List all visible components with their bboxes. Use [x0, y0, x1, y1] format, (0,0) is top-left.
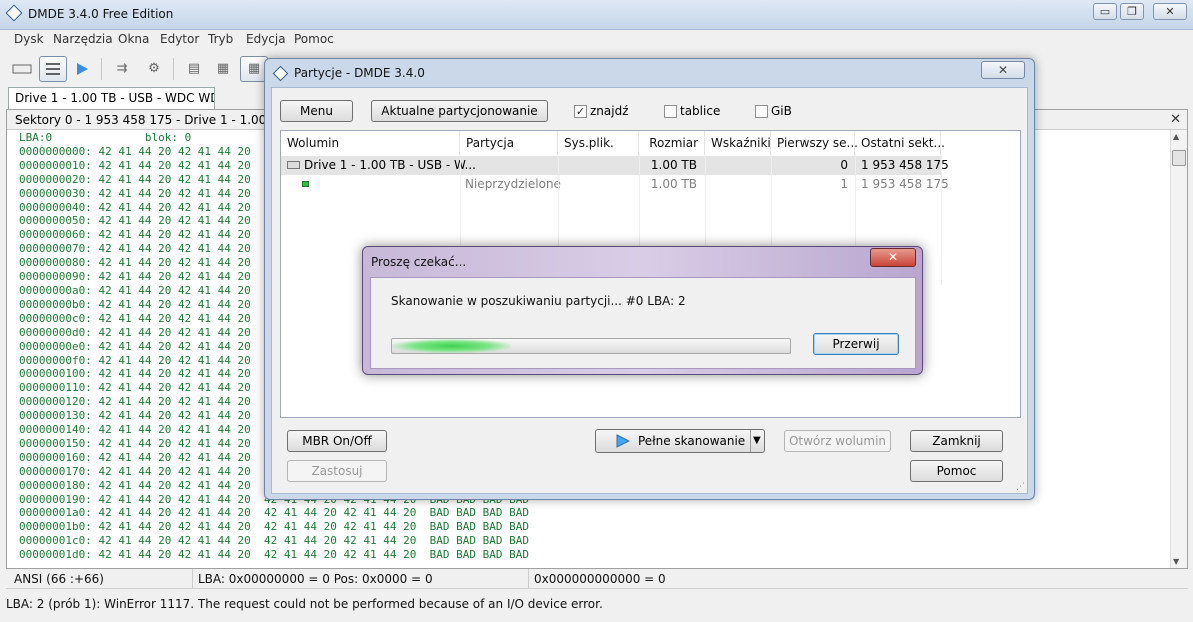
drive-icon: [287, 161, 300, 169]
partition-row[interactable]: Nieprzydzielone 1.00 TB 1 1 953 458 175: [281, 175, 949, 194]
drive-icon[interactable]: [8, 56, 36, 82]
status-message: LBA: 2 (prób 1): WinError 1117. The requ…: [6, 597, 603, 611]
status-separator: [192, 569, 193, 589]
column-divider: [941, 155, 942, 285]
scroll-thumb[interactable]: [1172, 150, 1186, 166]
title-bar: DMDE 3.4.0 Free Edition ▭ ❐ ✕: [0, 0, 1193, 30]
settings-icon[interactable]: ⚙: [140, 56, 168, 82]
gib-checkbox[interactable]: [755, 105, 768, 118]
column-header-size[interactable]: Rozmiar: [639, 131, 705, 155]
row-last-sector: 1 953 458 175: [861, 177, 949, 191]
app-icon: [5, 4, 23, 22]
status-separator: [528, 569, 529, 589]
lba-status: LBA: 0x00000000 = 0 Pos: 0x0000 = 0: [198, 572, 433, 586]
progress-dialog: Proszę czekać... ✕ Skanowanie w poszukiw…: [362, 246, 923, 375]
column-header-volume[interactable]: Wolumin: [281, 131, 460, 155]
progress-bar: [391, 338, 791, 354]
cancel-button[interactable]: Przerwij: [813, 333, 899, 355]
full-scan-label: Pełne skanowanie: [638, 434, 746, 448]
toolbar-separator: [101, 58, 102, 80]
row-volume: Drive 1 - 1.00 TB - USB - W...: [304, 158, 476, 172]
open-volume-button: Otwórz wolumin: [784, 430, 891, 452]
step-icon[interactable]: ⇉: [108, 56, 136, 82]
apply-button: Zastosuj: [287, 460, 387, 482]
play-icon: [616, 434, 630, 448]
row-size: 1.00 TB: [650, 177, 697, 191]
play-icon[interactable]: [68, 56, 96, 82]
menu-edytor[interactable]: Edytor: [160, 32, 199, 46]
menu-pomoc[interactable]: Pomoc: [294, 32, 334, 46]
row-partition: Nieprzydzielone: [465, 177, 561, 191]
close-icon[interactable]: ✕: [1170, 112, 1181, 127]
value-status: 0x000000000000 = 0: [534, 572, 666, 586]
scroll-up-icon[interactable]: ▲: [1173, 132, 1179, 141]
row-first-sector: 0: [840, 158, 848, 172]
progress-dialog-body: Skanowanie w poszukiwaniu partycji... #0…: [370, 277, 916, 369]
current-partitioning-button[interactable]: Aktualne partycjonowanie: [371, 100, 548, 122]
menu-bar: Dysk Narzędzia Okna Edytor Tryb Edycja P…: [0, 30, 1193, 50]
help-button[interactable]: Pomoc: [910, 460, 1003, 482]
app-icon: [272, 65, 289, 82]
unallocated-icon: [302, 181, 309, 187]
progress-dialog-title: Proszę czekać...: [371, 255, 467, 269]
progress-close-button[interactable]: ✕: [870, 248, 916, 267]
close-button[interactable]: ✕: [1153, 3, 1187, 20]
dialog-close-button[interactable]: ✕: [981, 61, 1025, 79]
resize-grip-icon[interactable]: ⋰: [1016, 482, 1025, 492]
menu-narzedzia[interactable]: Narzędzia: [53, 32, 113, 46]
split-divider: [750, 430, 751, 452]
scan-status-message: Skanowanie w poszukiwaniu partycji... #0…: [391, 294, 686, 308]
find-checkbox[interactable]: ✓: [574, 105, 587, 118]
progress-bar-fill: [392, 339, 512, 353]
close-dialog-button[interactable]: Zamknij: [910, 430, 1003, 452]
menu-button[interactable]: Menu: [280, 100, 353, 122]
find-checkbox-label: znajdź: [590, 104, 629, 118]
hex-line: 00000001a0: 42 41 44 20 42 41 44 20 42 4…: [19, 506, 529, 520]
hex-line: 00000001d0: 42 41 44 20 42 41 44 20 42 4…: [19, 548, 529, 562]
toolbar-separator: [173, 58, 174, 80]
hex-line: 00000001c0: 42 41 44 20 42 41 44 20 42 4…: [19, 534, 529, 548]
partition-row[interactable]: Drive 1 - 1.00 TB - USB - W... 1.00 TB 0…: [281, 156, 949, 175]
minimize-button[interactable]: ▭: [1093, 3, 1117, 20]
maximize-button[interactable]: ❐: [1120, 3, 1144, 20]
column-header-last-sector[interactable]: Ostatni sekt...: [855, 131, 945, 155]
partitions-dialog-title: Partycje - DMDE 3.4.0: [271, 65, 425, 82]
column-header-first-sector[interactable]: Pierwszy se...: [771, 131, 858, 155]
menu-edycja[interactable]: Edycja: [246, 32, 286, 46]
drive-tab[interactable]: Drive 1 - 1.00 TB - USB - WDC WD1...: [8, 87, 215, 109]
vertical-scrollbar[interactable]: ▲ ▼: [1170, 130, 1187, 568]
grid-icon[interactable]: ▦: [209, 56, 237, 82]
gib-checkbox-label: GiB: [771, 104, 792, 118]
menu-tryb[interactable]: Tryb: [208, 32, 233, 46]
scroll-down-icon[interactable]: ▼: [1173, 557, 1179, 566]
status-row: ANSI (66 :+66) LBA: 0x00000000 = 0 Pos: …: [6, 569, 1188, 589]
row-size: 1.00 TB: [650, 158, 697, 172]
mbr-toggle-button[interactable]: MBR On/Off: [287, 430, 387, 452]
window-title: DMDE 3.4.0 Free Edition: [28, 7, 174, 21]
menu-dysk[interactable]: Dysk: [14, 32, 44, 46]
column-header-filesystem[interactable]: Sys.plik.: [558, 131, 639, 155]
column-header-flags[interactable]: Wskaźniki: [705, 131, 771, 155]
dropdown-arrow-icon[interactable]: ▼: [753, 431, 761, 451]
row-last-sector: 1 953 458 175: [861, 158, 949, 172]
full-scan-button[interactable]: Pełne skanowanie ▼: [595, 429, 765, 453]
dialog-title-text: Partycje - DMDE 3.4.0: [294, 66, 425, 80]
encoding-status: ANSI (66 :+66): [14, 572, 104, 586]
table-icon[interactable]: ▤: [180, 56, 208, 82]
tables-checkbox-label: tablice: [680, 104, 721, 118]
hex-line: 00000001b0: 42 41 44 20 42 41 44 20 42 4…: [19, 520, 529, 534]
column-header-partition[interactable]: Partycja: [460, 131, 558, 155]
menu-okna[interactable]: Okna: [118, 32, 149, 46]
row-first-sector: 1: [840, 177, 848, 191]
tables-checkbox[interactable]: [664, 105, 677, 118]
list-view-icon[interactable]: [39, 56, 67, 82]
